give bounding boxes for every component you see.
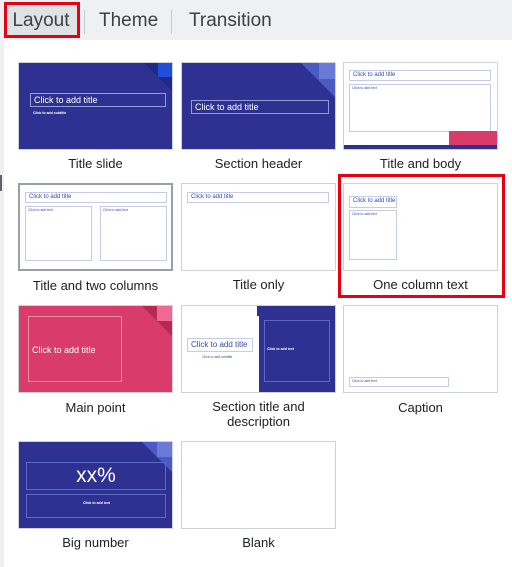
corner-decoration-icon [257, 306, 261, 316]
caption-placeholder: Click to add text [352, 379, 377, 383]
body-placeholder: Click to add text [28, 208, 53, 212]
layout-title-and-body[interactable]: Click to add title Click to add text [343, 62, 498, 150]
body-placeholder-box [349, 84, 491, 132]
tab-bar: Layout Theme Transition [0, 0, 512, 40]
title-placeholder: Click to add title [30, 93, 166, 107]
left-column-box [25, 206, 92, 261]
title-placeholder: Click to add title [191, 100, 329, 114]
layout-label: Caption [398, 400, 443, 415]
subtitle-placeholder: Click to add subtitle [202, 355, 233, 359]
layout-picker: { "tabs": [ {"label": "Layout"}, {"label… [0, 0, 512, 567]
layout-label: Title and two columns [32, 278, 159, 293]
layout-caption[interactable]: Click to add text [343, 305, 498, 393]
layout-label: Section title and description [212, 399, 305, 429]
tab-layout[interactable]: Layout [4, 6, 78, 36]
right-column-box [100, 206, 167, 261]
number-placeholder: xx% [76, 464, 116, 487]
layout-title-and-two-columns[interactable]: Click to add title Click to add text Cli… [18, 183, 173, 271]
panel-edge-marker [0, 175, 4, 191]
subtitle-placeholder: Click to add subtitle [33, 111, 67, 115]
tab-theme[interactable]: Theme [91, 6, 166, 36]
body-placeholder-box [26, 494, 166, 518]
layout-title-only[interactable]: Click to add title [181, 183, 336, 271]
layout-section-title-and-description[interactable]: Click to add title Click to add subtitle… [181, 305, 336, 393]
title-placeholder: Click to add title [28, 316, 122, 382]
layout-label: Main point [65, 400, 126, 415]
body-placeholder: Click to add text [103, 208, 128, 212]
layout-blank[interactable] [181, 441, 336, 529]
layout-label: Big number [62, 535, 129, 550]
layout-label: Title and body [379, 156, 462, 171]
tab-separator [171, 10, 172, 34]
title-placeholder: Click to add title [349, 70, 491, 81]
layout-title-slide[interactable]: Click to add title Click to add subtitle [18, 62, 173, 150]
corner-decoration-icon [157, 306, 172, 321]
layout-label: Section header [214, 156, 303, 171]
layout-label: Blank [242, 535, 275, 550]
body-placeholder-box [264, 320, 330, 382]
layout-label: Title slide [68, 156, 123, 171]
corner-decoration-icon [157, 442, 172, 457]
layout-section-header[interactable]: Click to add title [181, 62, 336, 150]
body-placeholder: Click to add text [267, 347, 295, 351]
tab-separator [84, 10, 85, 34]
corner-decoration-icon [158, 63, 172, 77]
layout-main-point[interactable]: Click to add title [18, 305, 173, 393]
body-placeholder: Click to add text [352, 86, 377, 90]
body-placeholder: Click to add text [352, 212, 377, 216]
body-placeholder-box [349, 210, 397, 260]
body-placeholder: Click to add text [83, 501, 111, 505]
tab-transition[interactable]: Transition [181, 6, 280, 36]
corner-decoration-icon [319, 63, 335, 79]
title-placeholder: Click to add title [187, 192, 329, 203]
title-placeholder: Click to add title [349, 196, 397, 208]
footer-bar [344, 145, 497, 149]
layout-label: One column text [373, 277, 468, 292]
layout-label: Title only [232, 277, 285, 292]
title-placeholder: Click to add title [25, 192, 167, 203]
layout-one-column-text[interactable]: Click to add title Click to add text [343, 183, 498, 271]
title-placeholder: Click to add title [187, 338, 253, 352]
layout-big-number[interactable]: xx% Click to add text [18, 441, 173, 529]
